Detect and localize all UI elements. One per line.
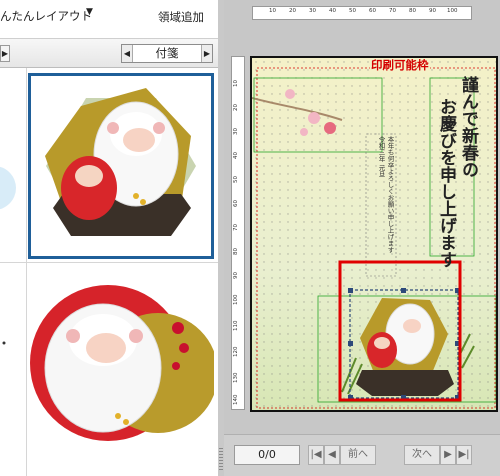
ruler-tick-label: 70 (233, 224, 239, 231)
ruler-tick-label: 40 (233, 152, 239, 159)
template-thumbnail-partial[interactable] (0, 68, 26, 262)
template-grid (0, 68, 218, 476)
last-page-icon[interactable]: ▶| (456, 445, 472, 465)
template-thumbnail-selected[interactable] (28, 73, 214, 259)
ruler-tick-label: 30 (309, 8, 316, 14)
category-filter-bar: ▶ ◀ 付箋 ▶ (0, 38, 218, 68)
next-category-icon[interactable]: ▶ (201, 45, 212, 62)
app-window: んたんレイアウト ▼ 領域追加 ▶ ◀ 付箋 ▶ 10 20 30 40 50 … (0, 0, 500, 476)
page-navigation-bar: 0/0 |◀ ◀ 前へ 次へ ▶ ▶| (224, 434, 500, 476)
ruler-tick-label: 90 (429, 8, 436, 14)
category-select[interactable]: ◀ 付箋 ▶ (121, 44, 213, 63)
prev-arrow-icon[interactable]: ◀ (324, 445, 340, 465)
ruler-tick-label: 20 (233, 104, 239, 111)
ruler-tick-label: 80 (409, 8, 416, 14)
dot-fragment-icon (2, 341, 6, 345)
ruler-tick-label: 140 (233, 394, 239, 406)
template-panel: んたんレイアウト ▼ 領域追加 ▶ ◀ 付箋 ▶ (0, 0, 218, 476)
ruler-tick-label: 10 (269, 8, 276, 14)
next-button[interactable]: 次へ (404, 445, 440, 465)
message-text[interactable]: 本年も何卒よろしくお願い申し上げます 令和三年 元旦 (368, 136, 394, 274)
ruler-tick-label: 50 (349, 8, 356, 14)
ruler-tick-label: 130 (233, 372, 239, 384)
easy-layout-button[interactable]: んたんレイアウト (0, 8, 92, 26)
ruler-tick-label: 80 (233, 248, 239, 255)
horizontal-ruler: 10 20 30 40 50 60 70 80 90 100 (252, 6, 472, 20)
category-select-value: 付箋 (155, 46, 179, 60)
postcard-canvas[interactable]: 印刷可能枠 謹んで新春の お慶びを申し上げます 本年も何卒よろしくお願い申し上げ… (250, 56, 498, 412)
ruler-tick-label: 110 (233, 320, 239, 332)
printable-frame-label: 印刷可能枠 (370, 58, 430, 73)
next-arrow-icon[interactable]: ▶ (440, 445, 456, 465)
ruler-tick-label: 100 (233, 294, 239, 306)
ruler-tick-label: 90 (233, 272, 239, 279)
ruler-tick-label: 70 (389, 8, 396, 14)
ruler-tick-label: 30 (233, 128, 239, 135)
template-thumbnail[interactable] (28, 268, 214, 476)
ruler-tick-label: 120 (233, 346, 239, 358)
ruler-tick-label: 60 (369, 8, 376, 14)
ruler-tick-label: 40 (329, 8, 336, 14)
page-indicator: 0/0 (234, 445, 300, 465)
ruler-tick-label: 100 (447, 8, 458, 14)
moon-fragment-icon (0, 166, 16, 210)
ruler-tick-label: 50 (233, 176, 239, 183)
preview-panel: 10 20 30 40 50 60 70 80 90 100 10 20 30 … (224, 0, 500, 476)
scroll-left-arrow-icon[interactable]: ▶ (0, 45, 10, 62)
red-sun-sheep-illustration (30, 285, 214, 441)
chevron-down-icon[interactable]: ▼ (86, 7, 93, 17)
first-page-icon[interactable]: |◀ (308, 445, 324, 465)
prev-category-icon[interactable]: ◀ (122, 45, 133, 62)
grid-divider (26, 68, 27, 476)
ruler-tick-label: 10 (233, 80, 239, 87)
template-thumbnail-partial[interactable] (0, 263, 26, 476)
top-toolbar: んたんレイアウト ▼ 領域追加 (0, 0, 218, 34)
add-area-button[interactable]: 領域追加 (158, 9, 204, 25)
greeting-text-1[interactable]: 謹んで新春の (456, 76, 481, 178)
vertical-ruler: 10 20 30 40 50 60 70 80 90 100 110 120 1… (231, 56, 245, 410)
ruler-tick-label: 60 (233, 200, 239, 207)
daruma-sheep-illustration (45, 88, 196, 236)
prev-button[interactable]: 前へ (340, 445, 376, 465)
ruler-tick-label: 20 (289, 8, 296, 14)
greeting-text-2[interactable]: お慶びを申し上げます (434, 98, 459, 268)
page-nav-buttons: |◀ ◀ 前へ 次へ ▶ ▶| (308, 445, 472, 465)
grid-divider (0, 262, 218, 263)
splitter-grip-icon (219, 448, 223, 472)
